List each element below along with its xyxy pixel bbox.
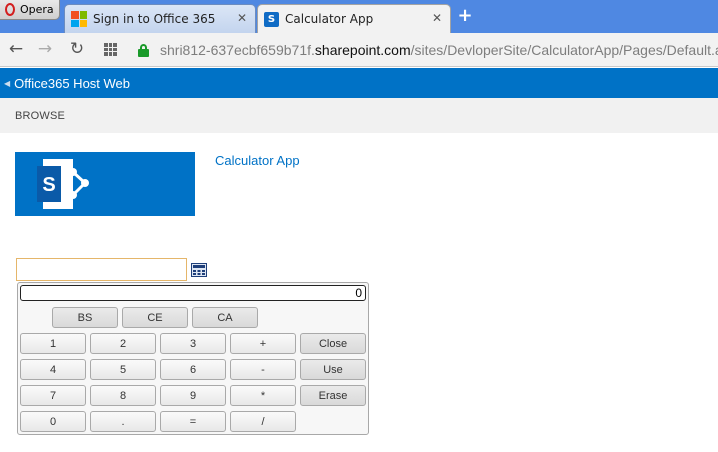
suite-bar: ◀ Office365 Host Web [0, 68, 718, 98]
digit-9-button[interactable]: 9 [160, 385, 226, 406]
calculator-icon[interactable] [191, 262, 207, 277]
multiply-button[interactable]: * [230, 385, 296, 406]
sharepoint-favicon-icon: S [264, 11, 279, 27]
back-arrow-icon[interactable]: ← [5, 39, 27, 59]
sharepoint-logo[interactable]: S [15, 152, 195, 216]
digit-3-button[interactable]: 3 [160, 333, 226, 354]
secure-lock-icon [138, 43, 149, 57]
site-title-link[interactable]: Calculator App [215, 153, 300, 168]
use-button[interactable]: Use [300, 359, 366, 380]
tab-calculator-app[interactable]: S Calculator App ✕ [257, 4, 451, 33]
reload-icon[interactable]: ↻ [66, 39, 88, 59]
microsoft-logo-icon [71, 11, 87, 27]
backspace-button[interactable]: BS [52, 307, 118, 328]
digit-1-button[interactable]: 1 [20, 333, 86, 354]
close-icon[interactable]: ✕ [432, 11, 442, 25]
host-web-link[interactable]: Office365 Host Web [14, 76, 130, 91]
tab-sign-in[interactable]: Sign in to Office 365 ✕ [64, 4, 256, 33]
close-icon[interactable]: ✕ [237, 11, 247, 25]
svg-text:S: S [42, 174, 55, 196]
opera-menu-label: Opera [20, 3, 54, 16]
subtract-button[interactable]: - [230, 359, 296, 380]
back-triangle-icon: ◀ [4, 78, 11, 88]
forward-arrow-icon[interactable]: → [34, 39, 56, 59]
url-path: /sites/DevloperSite/CalculatorApp/Pages/… [410, 42, 718, 58]
close-button[interactable]: Close [300, 333, 366, 354]
erase-button[interactable]: Erase [300, 385, 366, 406]
digit-6-button[interactable]: 6 [160, 359, 226, 380]
clear-entry-button[interactable]: CE [122, 307, 188, 328]
opera-menu-button[interactable]: Opera [0, 0, 60, 20]
url-domain: sharepoint.com [314, 42, 411, 58]
url-prefix: shri812-637ecbf659b71f. [160, 42, 315, 58]
digit-7-button[interactable]: 7 [20, 385, 86, 406]
opera-logo-icon [5, 3, 15, 16]
speed-dial-grid-icon[interactable] [104, 43, 117, 56]
equals-button[interactable]: = [160, 411, 226, 432]
digit-2-button[interactable]: 2 [90, 333, 156, 354]
digit-0-button[interactable]: 0 [20, 411, 86, 432]
address-bar[interactable]: shri812-637ecbf659b71f. sharepoint.com/si… [131, 38, 718, 62]
tab-title: Calculator App [285, 12, 374, 26]
add-button[interactable]: + [230, 333, 296, 354]
tab-title: Sign in to Office 365 [93, 12, 216, 26]
new-tab-button[interactable]: + [454, 7, 476, 25]
decimal-button[interactable]: . [90, 411, 156, 432]
calculator-input[interactable] [16, 258, 187, 281]
digit-8-button[interactable]: 8 [90, 385, 156, 406]
ribbon-tab-browse[interactable]: BROWSE [15, 110, 65, 122]
calculator-display: 0 [20, 285, 366, 301]
divide-button[interactable]: / [230, 411, 296, 432]
sharepoint-logo-icon: S [37, 159, 89, 209]
clear-all-button[interactable]: CA [192, 307, 258, 328]
ribbon-bar: BROWSE [0, 98, 718, 133]
digit-4-button[interactable]: 4 [20, 359, 86, 380]
digit-5-button[interactable]: 5 [90, 359, 156, 380]
